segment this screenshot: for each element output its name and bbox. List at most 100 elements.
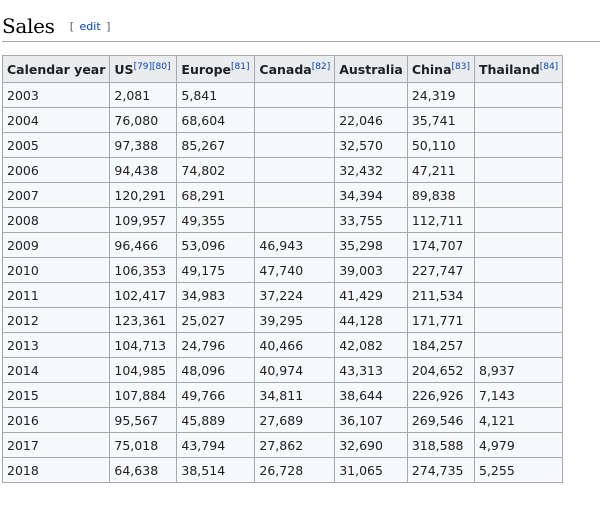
sales-cell: 41,429 <box>334 282 408 308</box>
edit-link[interactable]: edit <box>80 20 101 33</box>
sales-cell: 4,121 <box>473 407 564 433</box>
sales-table: Calendar year US[79][80] Europe[81] Canada[… <box>1 55 564 483</box>
sales-cell: 47,211 <box>406 157 476 183</box>
table-row: 2017 75,018 43,794 27,862 32,690 318,588 4,979 <box>1 432 564 458</box>
sales-cell: 174,707 <box>406 232 476 258</box>
sales-cell: 45,889 <box>176 407 256 433</box>
year-cell: 2018 <box>1 457 111 483</box>
sales-cell <box>254 82 336 108</box>
sales-cell: 76,080 <box>109 107 178 133</box>
sales-cell: 75,018 <box>109 432 178 458</box>
sales-cell: 34,811 <box>254 382 336 408</box>
sales-cell: 96,466 <box>109 232 178 258</box>
sales-cell: 5,841 <box>176 82 256 108</box>
sales-cell: 37,224 <box>254 282 336 308</box>
citation-link[interactable]: [84] <box>540 61 558 71</box>
citation-link[interactable]: [82] <box>312 61 330 71</box>
year-cell: 2009 <box>1 232 111 258</box>
sales-cell: 102,417 <box>109 282 178 308</box>
sales-cell <box>473 132 564 158</box>
sales-cell: 38,514 <box>176 457 256 483</box>
sales-cell <box>473 257 564 283</box>
sales-cell: 32,570 <box>334 132 408 158</box>
sales-cell: 68,291 <box>176 182 256 208</box>
column-header-label: Australia <box>339 61 403 77</box>
sales-cell: 89,838 <box>406 182 476 208</box>
year-cell: 2014 <box>1 357 111 383</box>
table-row: 2005 97,388 85,267 32,570 50,110 <box>1 132 564 158</box>
sales-cell: 106,353 <box>109 257 178 283</box>
table-row: 2014 104,985 48,096 40,974 43,313 204,652 8,93… <box>1 357 564 383</box>
sales-cell: 40,974 <box>254 357 336 383</box>
sales-cell: 7,143 <box>473 382 564 408</box>
sales-cell: 68,604 <box>176 107 256 133</box>
sales-cell: 24,796 <box>176 332 256 358</box>
table-row: 2015 107,884 49,766 34,811 38,644 226,926 7,14… <box>1 382 564 408</box>
sales-cell: 95,567 <box>109 407 178 433</box>
sales-cell: 123,361 <box>109 307 178 333</box>
table-row: 2011 102,417 34,983 37,224 41,429 211,534 <box>1 282 564 308</box>
sales-cell: 85,267 <box>176 132 256 158</box>
sales-cell: 49,766 <box>176 382 256 408</box>
header-row: Calendar year US[79][80] Europe[81] Canada[… <box>1 55 564 83</box>
sales-cell: 120,291 <box>109 182 178 208</box>
column-header: Europe[81] <box>176 55 256 83</box>
sales-cell: 74,802 <box>176 157 256 183</box>
sales-cell: 32,690 <box>334 432 408 458</box>
sales-cell: 4,979 <box>473 432 564 458</box>
column-header-label: Calendar year <box>7 61 106 77</box>
sales-cell: 39,003 <box>334 257 408 283</box>
citation-link[interactable]: [79][80] <box>134 61 171 71</box>
column-header-label: Thailand <box>479 61 540 77</box>
section-title: Sales <box>2 14 55 38</box>
sales-cell: 109,957 <box>109 207 178 233</box>
sales-cell: 48,096 <box>176 357 256 383</box>
sales-cell: 44,128 <box>334 307 408 333</box>
sales-cell: 43,794 <box>176 432 256 458</box>
sales-cell: 227,747 <box>406 257 476 283</box>
citation-link[interactable]: [81] <box>231 61 249 71</box>
sales-cell: 34,983 <box>176 282 256 308</box>
sales-cell: 269,546 <box>406 407 476 433</box>
year-cell: 2004 <box>1 107 111 133</box>
column-header-label: Europe <box>181 61 232 77</box>
column-header: US[79][80] <box>109 55 178 83</box>
table-body: 2003 2,081 5,841 24,319 2004 76,080 68,604 22,0… <box>1 82 564 483</box>
edit-bracket-open: [ <box>69 20 75 33</box>
sales-cell <box>254 157 336 183</box>
table-row: 2013 104,713 24,796 40,466 42,082 184,257 <box>1 332 564 358</box>
sales-cell: 53,096 <box>176 232 256 258</box>
sales-cell: 2,081 <box>109 82 178 108</box>
sales-cell: 204,652 <box>406 357 476 383</box>
sales-cell: 49,355 <box>176 207 256 233</box>
sales-cell <box>473 207 564 233</box>
sales-cell <box>473 232 564 258</box>
table-row: 2003 2,081 5,841 24,319 <box>1 82 564 108</box>
sales-cell: 27,689 <box>254 407 336 433</box>
column-header: Australia <box>334 55 408 83</box>
sales-cell <box>473 332 564 358</box>
sales-cell <box>473 157 564 183</box>
year-cell: 2008 <box>1 207 111 233</box>
year-cell: 2012 <box>1 307 111 333</box>
year-cell: 2017 <box>1 432 111 458</box>
sales-cell: 43,313 <box>334 357 408 383</box>
sales-cell: 33,755 <box>334 207 408 233</box>
sales-cell <box>473 282 564 308</box>
sales-cell: 39,295 <box>254 307 336 333</box>
sales-cell: 171,771 <box>406 307 476 333</box>
citation-link[interactable]: [83] <box>452 61 470 71</box>
column-header: Thailand[84] <box>473 55 564 83</box>
sales-cell: 104,985 <box>109 357 178 383</box>
sales-cell <box>254 132 336 158</box>
sales-cell: 112,711 <box>406 207 476 233</box>
sales-cell: 27,862 <box>254 432 336 458</box>
year-cell: 2013 <box>1 332 111 358</box>
edit-bracket-close: ] <box>106 20 111 33</box>
column-header-label: Canada <box>259 61 312 77</box>
column-header: China[83] <box>406 55 476 83</box>
sales-cell: 36,107 <box>334 407 408 433</box>
sales-cell: 318,588 <box>406 432 476 458</box>
table-row: 2004 76,080 68,604 22,046 35,741 <box>1 107 564 133</box>
column-header-label: US <box>114 61 134 77</box>
